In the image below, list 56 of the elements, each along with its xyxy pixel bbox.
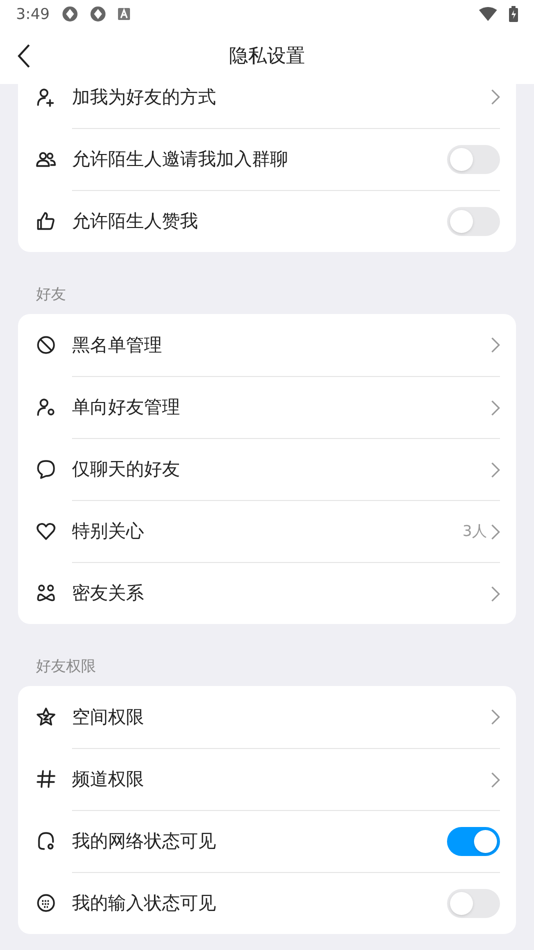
chevron-right-icon (491, 586, 500, 602)
app-icon (62, 6, 78, 22)
battery-icon (509, 6, 518, 22)
block-icon (35, 334, 57, 356)
item-label: 我的输入状态可见 (72, 892, 217, 916)
item-label: 单向好友管理 (72, 396, 181, 420)
chevron-right-icon (491, 709, 500, 725)
heart-icon (35, 520, 57, 542)
toggle-switch[interactable] (447, 207, 500, 236)
toggle-switch[interactable] (447, 827, 500, 856)
settings-item[interactable]: 密友关系 (18, 562, 516, 624)
settings-item[interactable]: 频道权限 (18, 748, 516, 810)
keyboard-icon (35, 892, 57, 914)
chevron-right-icon (491, 524, 500, 540)
item-label: 我的网络状态可见 (72, 830, 217, 854)
settings-item[interactable]: 空间权限 (18, 686, 516, 748)
chat-bubble-icon (35, 458, 57, 480)
chevron-right-icon (491, 89, 500, 105)
section-title: 好友 (36, 285, 66, 303)
item-label: 空间权限 (72, 706, 145, 730)
item-value: 3人 (462, 521, 487, 542)
status-time: 3:49 (16, 4, 50, 25)
item-label: 仅聊天的好友 (72, 458, 181, 482)
settings-item[interactable]: 加我为好友的方式 (18, 84, 516, 128)
toggle-switch[interactable] (447, 889, 500, 918)
settings-item[interactable]: 仅聊天的好友 (18, 438, 516, 500)
item-label: 允许陌生人赞我 (72, 210, 199, 234)
item-label: 黑名单管理 (72, 334, 163, 358)
chevron-right-icon (491, 772, 500, 788)
item-label: 允许陌生人邀请我加入群聊 (72, 148, 289, 172)
toggle-row[interactable]: 允许陌生人赞我 (18, 190, 516, 252)
settings-item[interactable]: 黑名单管理 (18, 314, 516, 376)
notification-icon (118, 8, 130, 20)
person-add-icon (35, 86, 57, 108)
toggle-row[interactable]: 我的输入状态可见 (18, 872, 516, 934)
section-title: 好友权限 (36, 657, 96, 675)
item-label: 加我为好友的方式 (72, 86, 217, 110)
settings-item[interactable]: 单向好友管理 (18, 376, 516, 438)
item-label: 密友关系 (72, 582, 145, 606)
hash-icon (35, 768, 57, 790)
page-title: 隐私设置 (229, 44, 305, 69)
toggle-row[interactable]: 允许陌生人邀请我加入群聊 (18, 128, 516, 190)
chevron-right-icon (491, 462, 500, 478)
back-icon (16, 43, 32, 69)
settings-item[interactable]: 特别关心 3人 (18, 500, 516, 562)
friends-icon (35, 582, 57, 604)
wifi-icon (479, 7, 497, 21)
item-label: 频道权限 (72, 768, 145, 792)
chevron-right-icon (491, 337, 500, 353)
toggle-switch[interactable] (447, 145, 500, 174)
toggle-row[interactable]: 我的网络状态可见 (18, 810, 516, 872)
star-icon (35, 706, 57, 728)
thumbs-up-icon (35, 210, 57, 232)
item-label: 特别关心 (72, 520, 145, 544)
chevron-right-icon (491, 400, 500, 416)
app-icon (90, 6, 106, 22)
